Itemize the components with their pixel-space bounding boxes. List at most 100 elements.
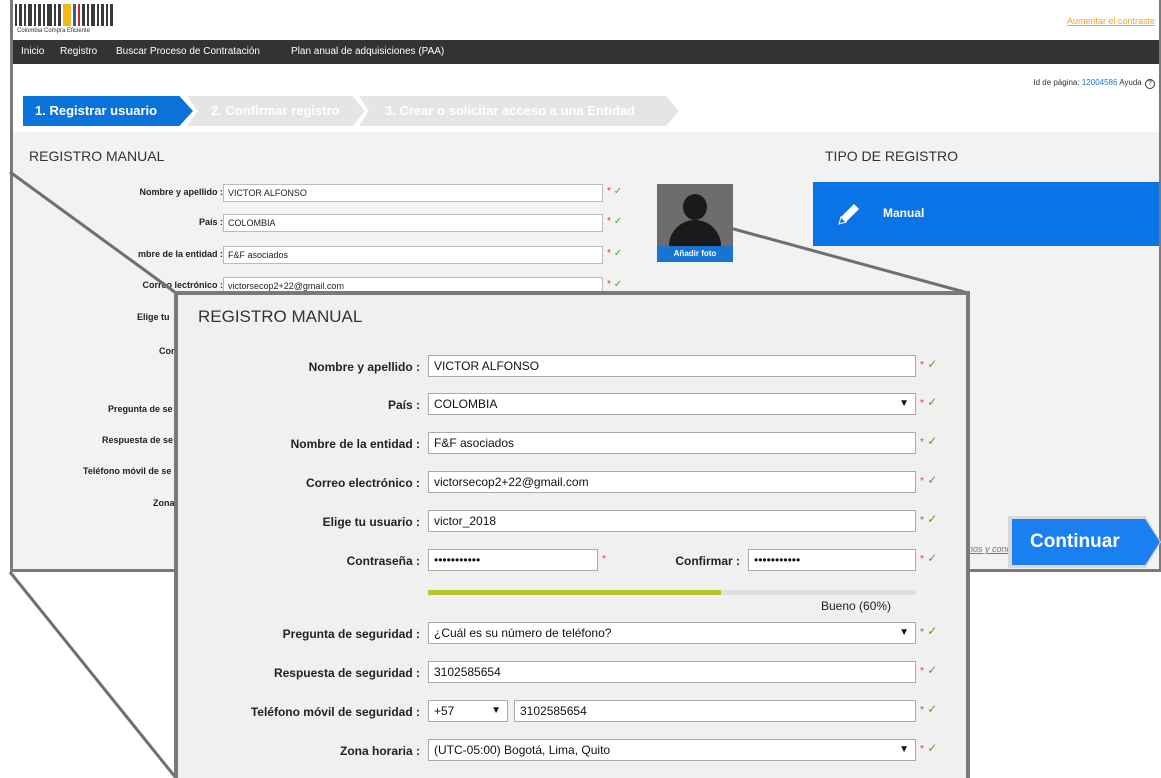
username-input[interactable]: victor_2018 — [428, 510, 916, 532]
bg-user-label: Elige tu — [137, 312, 170, 322]
logo-bar — [101, 4, 104, 26]
logo-bar — [43, 4, 45, 26]
avatar-body — [669, 220, 721, 246]
logo-bar — [47, 4, 52, 26]
continue-button[interactable]: Continuar — [1012, 519, 1160, 565]
security-answer-valid-mark: * ✓ — [920, 663, 938, 677]
bg-entity-label: mbre de la entidad : — [137, 249, 223, 259]
logo-bar — [106, 4, 108, 26]
logo-bar — [15, 4, 17, 26]
terms-link[interactable]: nos y cond — [968, 544, 1012, 554]
logo-bar — [91, 4, 95, 26]
name-input[interactable]: VICTOR ALFONSO — [428, 355, 916, 377]
chevron-down-icon[interactable]: ▼ — [491, 701, 501, 721]
zoomed-form-panel: REGISTRO MANUAL Nombre y apellido : VICT… — [174, 291, 970, 778]
bg-row-name: Nombre y apellido : VICTOR ALFONSO * ✓ — [13, 184, 643, 202]
security-phone-label: Teléfono móvil de seguridad : — [250, 705, 420, 719]
check-icon: ✓ — [927, 702, 938, 716]
confirm-valid-mark: * ✓ — [920, 551, 938, 565]
bg-answer-label: Respuesta de se — [102, 435, 174, 445]
security-question-label: Pregunta de seguridad : — [282, 627, 420, 641]
email-label: Correo electrónico : — [305, 476, 420, 490]
logo-bar — [82, 4, 85, 26]
check-icon: ✓ — [927, 473, 938, 487]
nav-item-registro[interactable]: Registro — [60, 46, 97, 57]
logo-text: Colombia Compra Eficiente — [17, 28, 91, 34]
page-id-value[interactable]: 12004586 — [1082, 78, 1118, 87]
password-strength-bar — [428, 590, 916, 595]
bg-entity-input[interactable]: F&F asociados — [223, 246, 603, 264]
entity-valid-mark: * ✓ — [920, 434, 938, 448]
email-input[interactable]: victorsecop2+22@gmail.com — [428, 471, 916, 493]
bg-name-input[interactable]: VICTOR ALFONSO — [223, 184, 603, 202]
timezone-valid-mark: * ✓ — [920, 741, 938, 755]
chevron-down-icon[interactable]: ▼ — [899, 623, 909, 643]
bg-row-entity: mbre de la entidad : F&F asociados * ✓ — [13, 246, 643, 264]
username-label: Elige tu usuario : — [322, 515, 420, 529]
security-question-select[interactable]: ¿Cuál es su número de teléfono? ▼ — [428, 622, 916, 644]
avatar[interactable]: Añadir foto — [657, 184, 733, 262]
password-label: Contraseña : — [346, 554, 420, 568]
form-title: REGISTRO MANUAL — [198, 307, 363, 326]
chevron-down-icon[interactable]: ▼ — [899, 394, 909, 414]
nav-item-buscar-proceso[interactable]: Buscar Proceso de Contratación — [116, 46, 260, 57]
check-icon: ✓ — [927, 395, 938, 409]
logo-bar — [97, 4, 99, 26]
page-id-label: Id de página: — [1033, 78, 1080, 87]
timezone-select[interactable]: (UTC-05:00) Bogotá, Lima, Quito ▼ — [428, 739, 916, 761]
logo-bar — [110, 4, 113, 26]
security-answer-input[interactable]: 3102585654 — [428, 661, 916, 683]
chevron-down-icon[interactable]: ▼ — [899, 740, 909, 760]
help-circle-icon[interactable]: ? — [1145, 79, 1155, 89]
confirm-password-input[interactable]: ••••••••••• — [748, 549, 916, 571]
password-strength-text: Bueno (60%) — [821, 599, 892, 613]
manual-label: Manual — [883, 206, 925, 220]
step-confirmar-registro: 2. Confirmar registro — [187, 96, 365, 126]
step-registrar-usuario: 1. Registrar usuario — [23, 96, 193, 126]
logo-bar — [38, 4, 41, 26]
check-icon: ✓ — [927, 434, 938, 448]
country-select[interactable]: COLOMBIA ▼ — [428, 393, 916, 415]
password-required-mark: * — [602, 554, 606, 565]
help-label[interactable]: Ayuda — [1119, 78, 1142, 87]
main-nav: Inicio Registro Buscar Proceso de Contra… — [13, 40, 1159, 64]
password-strength-fill — [428, 590, 721, 595]
add-photo-button[interactable]: Añadir foto — [657, 246, 733, 262]
check-icon: ✓ — [927, 663, 938, 677]
logo-bar — [19, 4, 22, 26]
bg-email-valid: * ✓ — [607, 279, 623, 290]
bg-row-country: País : COLOMBIA * ✓ — [13, 214, 643, 232]
logo-bar — [34, 4, 36, 26]
nav-item-inicio[interactable]: Inicio — [21, 46, 44, 57]
bg-email-label: Correo lectrónico : — [142, 280, 223, 290]
password-input[interactable]: ••••••••••• — [428, 549, 598, 571]
phone-country-code-select[interactable]: +57 ▼ — [428, 700, 508, 722]
name-valid-mark: * ✓ — [920, 357, 938, 371]
check-icon: ✓ — [927, 741, 938, 755]
bg-phone-label: Teléfono móvil de se — [83, 466, 172, 476]
manual-registration-option[interactable]: Manual — [813, 182, 1159, 246]
bg-entity-valid: * ✓ — [607, 248, 623, 259]
bg-name-valid: * ✓ — [607, 186, 623, 197]
step-crear-entidad: 3. Crear o solicitar acceso a una Entida… — [359, 96, 679, 126]
bg-name-label: Nombre y apellido : — [139, 187, 223, 197]
security-phone-input[interactable]: 3102585654 — [514, 700, 916, 722]
country-valid-mark: * ✓ — [920, 395, 938, 409]
contrast-link[interactable]: Aumentar el contraste — [1067, 16, 1155, 26]
pencil-icon — [838, 204, 859, 225]
bg-country-select[interactable]: COLOMBIA — [223, 214, 603, 232]
country-value: COLOMBIA — [434, 397, 498, 411]
bg-timezone-label: Zona — [153, 498, 175, 508]
logo-bar — [58, 4, 61, 26]
bg-country-valid: * ✓ — [607, 216, 623, 227]
entity-label: Nombre de la entidad : — [290, 437, 420, 451]
logo-bar-blue — [73, 4, 76, 26]
country-label: País : — [387, 398, 420, 412]
avatar-head — [683, 194, 707, 220]
name-label: Nombre y apellido : — [308, 360, 420, 374]
nav-item-paa[interactable]: Plan anual de adquisiciones (PAA) — [291, 46, 444, 57]
security-question-valid-mark: * ✓ — [920, 624, 938, 638]
logo-bar — [28, 4, 32, 26]
confirm-label: Confirmar : — [675, 554, 740, 568]
entity-input[interactable]: F&F asociados — [428, 432, 916, 454]
